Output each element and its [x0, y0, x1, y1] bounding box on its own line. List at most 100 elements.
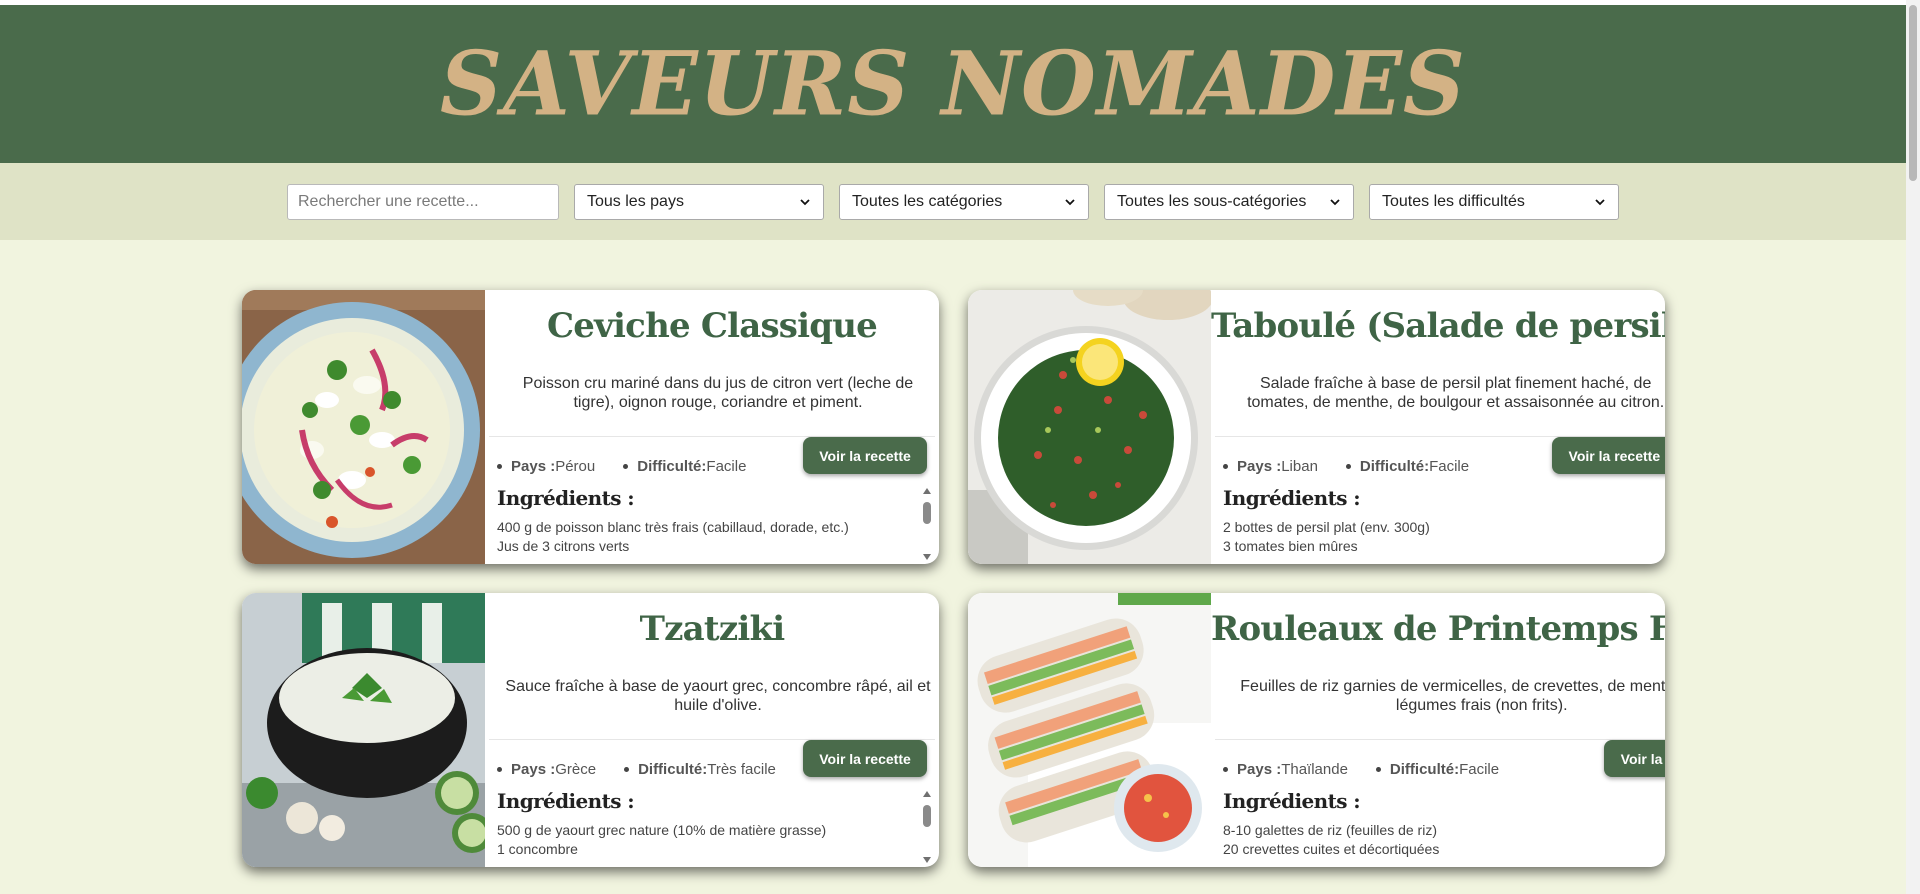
- recipe-grid: Ceviche Classique Poisson cru mariné dan…: [242, 290, 1665, 867]
- chevron-down-icon: [1595, 198, 1605, 205]
- chevron-down-icon: [800, 198, 810, 205]
- difficulty-label: Difficulté:: [637, 457, 707, 475]
- recipe-country: Pays : Pérou: [497, 458, 595, 475]
- site-title: SAVEURS NOMADES: [439, 32, 1467, 136]
- ingredients-list: 2 bottes de persil plat (env. 300g) 3 to…: [1223, 518, 1665, 556]
- tzatziki-photo: [242, 593, 485, 867]
- recipe-card: Taboulé (Salade de persil) Salade fraîch…: [968, 290, 1665, 564]
- scroll-down-arrow-icon[interactable]: [923, 554, 931, 560]
- country-select[interactable]: Tous les pays: [574, 183, 824, 220]
- bullet-icon: [497, 463, 502, 469]
- recipe-difficulty: Difficulté: Facile: [623, 458, 746, 475]
- ingredients-scrollbar[interactable]: [921, 791, 933, 863]
- page-scroll-thumb[interactable]: [1909, 5, 1917, 181]
- bullet-icon: [623, 463, 629, 469]
- ingredients-panel[interactable]: Ingrédients : 500 g de yaourt grec natur…: [497, 789, 935, 867]
- chevron-down-icon: [1065, 198, 1075, 205]
- ingredients-list: 400 g de poisson blanc très frais (cabil…: [497, 518, 935, 556]
- difficulty-select[interactable]: Toutes les difficultés: [1369, 183, 1619, 220]
- recipe-card: Rouleaux de Printemps Frais Feuilles de …: [968, 593, 1665, 867]
- bullet-icon: [1375, 766, 1381, 772]
- recipe-meta: Pays : Liban Difficulté: Facile: [1223, 451, 1497, 481]
- ingredients-list: 8-10 galettes de riz (feuilles de riz) 2…: [1223, 821, 1665, 859]
- scroll-up-arrow-icon[interactable]: [923, 488, 931, 494]
- ingredients-panel[interactable]: Ingrédients : 400 g de poisson blanc trè…: [497, 486, 935, 564]
- difficulty-label: Difficulté:: [1359, 457, 1430, 475]
- ingredients-scrollbar[interactable]: [921, 488, 933, 560]
- ingredient-item: Jus de 3 citrons verts: [497, 538, 630, 554]
- difficulty-label: Difficulté:: [1389, 760, 1460, 778]
- ingredient-item: 1 concombre: [497, 841, 578, 857]
- ingredient-item: 3 tomates bien mûres: [1223, 538, 1358, 554]
- ingredients-title: Ingrédients :: [1223, 789, 1361, 813]
- recipe-meta: Pays : Thaïlande Difficulté: Facile: [1223, 754, 1527, 784]
- country-label: Pays :: [511, 760, 556, 778]
- country-label: Pays :: [1237, 760, 1282, 778]
- divider: [1215, 739, 1665, 740]
- spring-rolls-photo: [968, 593, 1211, 867]
- view-recipe-button[interactable]: Voir la recette: [1604, 740, 1665, 777]
- scroll-up-arrow-icon[interactable]: [923, 791, 931, 797]
- ingredients-panel[interactable]: Ingrédients : 2 bottes de persil plat (e…: [1223, 486, 1665, 564]
- recipe-country: Pays : Thaïlande: [1223, 761, 1348, 778]
- recipe-description: Sauce fraîche à base de yaourt grec, con…: [505, 678, 931, 714]
- country-value: Liban: [1281, 457, 1318, 475]
- chevron-down-icon: [1330, 198, 1340, 205]
- recipe-meta: Pays : Pérou Difficulté: Facile: [497, 451, 774, 481]
- bullet-icon: [1223, 766, 1228, 772]
- category-select[interactable]: Toutes les catégories: [839, 183, 1089, 220]
- recipe-title: Taboulé (Salade de persil): [1211, 306, 1665, 346]
- bullet-icon: [497, 766, 502, 772]
- recipe-title: Tzatziki: [639, 609, 785, 649]
- recipe-country: Pays : Liban: [1223, 458, 1318, 475]
- country-label: Pays :: [1237, 457, 1282, 475]
- difficulty-value: Facile: [1429, 457, 1470, 475]
- ingredients-panel[interactable]: Ingrédients : 8-10 galettes de riz (feui…: [1223, 789, 1665, 867]
- recipe-card: Ceviche Classique Poisson cru mariné dan…: [242, 290, 939, 564]
- recipe-description: Salade fraîche à base de persil plat fin…: [1247, 375, 1665, 411]
- ingredient-item: 500 g de yaourt grec nature (10% de mati…: [497, 822, 827, 838]
- country-value: Thaïlande: [1281, 760, 1348, 778]
- ingredient-item: 2 bottes de persil plat (env. 300g): [1223, 519, 1430, 535]
- scroll-thumb[interactable]: [923, 502, 931, 524]
- difficulty-select-value: Toutes les difficultés: [1382, 192, 1525, 210]
- recipe-title: Rouleaux de Printemps Frais: [1211, 609, 1665, 649]
- category-select-value: Toutes les catégories: [852, 192, 1003, 210]
- subcategory-select-value: Toutes les sous-catégories: [1117, 192, 1307, 210]
- filter-bar: Tous les pays Toutes les catégories Tout…: [0, 163, 1906, 240]
- search-input[interactable]: [287, 183, 559, 220]
- recipe-card-body: Ceviche Classique Poisson cru mariné dan…: [485, 290, 939, 564]
- country-label: Pays :: [511, 457, 556, 475]
- ceviche-photo: [242, 290, 485, 564]
- recipe-difficulty: Difficulté: Facile: [1375, 760, 1500, 778]
- recipe-meta: Pays : Grèce Difficulté: Très facile: [497, 754, 804, 784]
- view-recipe-button[interactable]: Voir la recette: [803, 437, 927, 474]
- difficulty-value: Très facile: [707, 760, 776, 778]
- bullet-icon: [1345, 463, 1351, 469]
- page-scrollbar[interactable]: [1906, 0, 1920, 894]
- view-recipe-button[interactable]: Voir la recette: [803, 740, 927, 777]
- scroll-down-arrow-icon[interactable]: [923, 857, 931, 863]
- recipe-card-body: Taboulé (Salade de persil) Salade fraîch…: [1211, 290, 1665, 564]
- ingredients-title: Ingrédients :: [1223, 486, 1361, 510]
- ingredients-list: 500 g de yaourt grec nature (10% de mati…: [497, 821, 935, 859]
- country-value: Grèce: [555, 760, 597, 778]
- ingredient-item: 20 crevettes cuites et décortiquées: [1223, 841, 1440, 857]
- difficulty-value: Facile: [1459, 760, 1500, 778]
- recipe-description: Feuilles de riz garnies de vermicelles, …: [1240, 678, 1665, 714]
- country-value: Pérou: [555, 457, 596, 475]
- difficulty-value: Facile: [706, 457, 747, 475]
- ingredients-title: Ingrédients :: [497, 486, 635, 510]
- recipe-title: Ceviche Classique: [547, 306, 878, 346]
- recipe-card-body: Tzatziki Sauce fraîche à base de yaourt …: [485, 593, 939, 867]
- view-recipe-button[interactable]: Voir la recette: [1552, 437, 1665, 474]
- taboule-photo: [968, 290, 1211, 564]
- recipe-card: Tzatziki Sauce fraîche à base de yaourt …: [242, 593, 939, 867]
- ingredient-item: 400 g de poisson blanc très frais (cabil…: [497, 519, 849, 535]
- recipe-description: Poisson cru mariné dans du jus de citron…: [522, 375, 914, 411]
- subcategory-select[interactable]: Toutes les sous-catégories: [1104, 183, 1354, 220]
- scroll-thumb[interactable]: [923, 805, 931, 827]
- ingredients-title: Ingrédients :: [497, 789, 635, 813]
- bullet-icon: [1223, 463, 1228, 469]
- bullet-icon: [624, 766, 630, 772]
